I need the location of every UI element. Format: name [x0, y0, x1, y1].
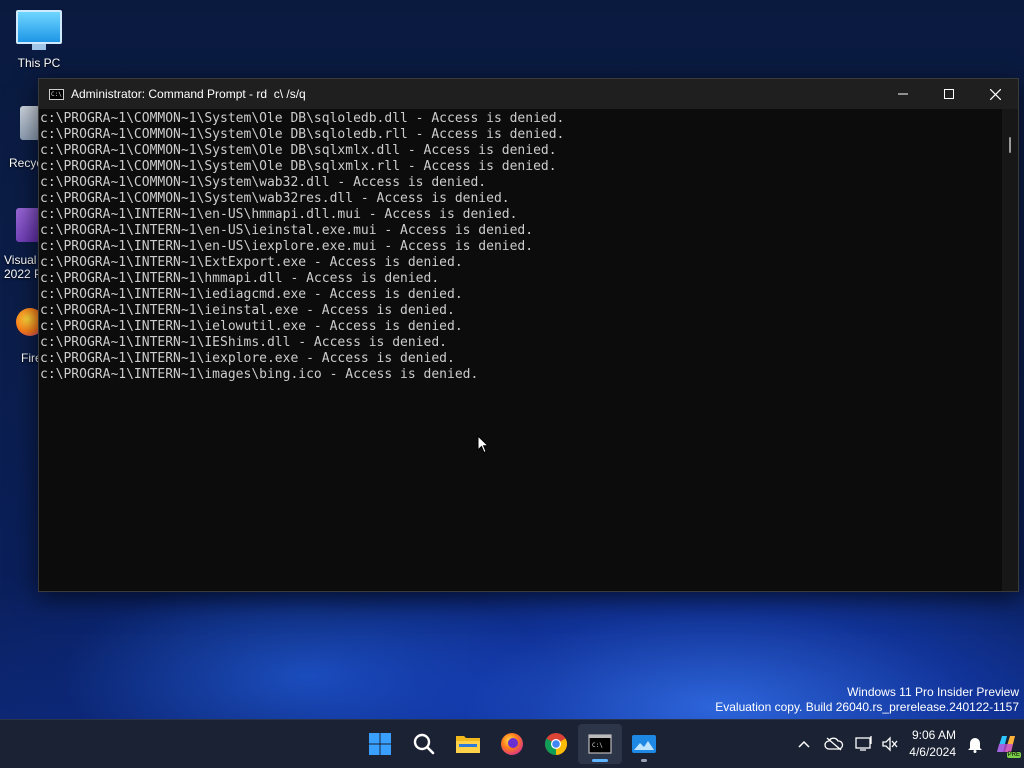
file-explorer-icon — [456, 736, 480, 753]
preview-badge: PRE — [1006, 752, 1021, 758]
desktop-icon-label: Visual 2022 P — [4, 253, 38, 281]
notifications-button[interactable] — [962, 724, 988, 764]
clock-date: 4/6/2024 — [909, 745, 956, 759]
command-prompt-app-icon[interactable]: C:\ — [49, 88, 64, 100]
command-prompt-taskbar-button[interactable]: C:\ — [578, 724, 622, 764]
vertical-scrollbar[interactable] — [1002, 109, 1018, 591]
console-line: c:\PROGRA~1\INTERN~1\images\bing.ico - A… — [40, 367, 479, 382]
firefox-icon — [501, 733, 523, 755]
console-line: c:\PROGRA~1\INTERN~1\ieinstal.exe - Acce… — [40, 303, 455, 318]
console-line: c:\PROGRA~1\COMMON~1\System\wab32.dll - … — [40, 175, 487, 190]
console-line: c:\PROGRA~1\INTERN~1\hmmapi.dll - Access… — [40, 271, 440, 286]
maximize-icon — [944, 89, 954, 99]
chevron-up-icon — [798, 740, 810, 748]
search-icon — [413, 733, 435, 755]
console-line: c:\PROGRA~1\COMMON~1\System\Ole DB\sqlol… — [40, 111, 565, 126]
chrome-icon — [545, 733, 567, 755]
desktop-icon-label: Recyc — [9, 156, 38, 170]
watermark-edition: Windows 11 Pro Insider Preview — [847, 685, 1019, 699]
desktop-icon-firefox[interactable]: Fire — [0, 308, 38, 368]
mouse-cursor-icon — [477, 435, 489, 454]
bell-icon — [968, 738, 982, 753]
clock-time: 9:06 AM — [911, 728, 956, 742]
cloud-off-icon — [824, 737, 844, 751]
chrome-button[interactable] — [534, 724, 578, 764]
copilot-button[interactable]: PRE — [988, 724, 1024, 764]
svg-text:C:\: C:\ — [592, 742, 603, 749]
watermark-build: Evaluation copy. Build 26040.rs_prerelea… — [715, 700, 1019, 714]
start-button[interactable] — [358, 724, 402, 764]
firefox-icon — [16, 308, 38, 336]
network-icon — [855, 736, 872, 751]
console-line: c:\PROGRA~1\COMMON~1\System\Ole DB\sqlxm… — [40, 143, 557, 158]
visual-studio-icon — [16, 208, 38, 242]
console-line: c:\PROGRA~1\INTERN~1\en-US\iexplore.exe.… — [40, 239, 534, 254]
system-tray: 9:06 AM 4/6/2024 PRE — [791, 720, 1024, 768]
console-line: c:\PROGRA~1\COMMON~1\System\Ole DB\sqlxm… — [40, 159, 557, 174]
active-indicator — [592, 759, 608, 762]
console-line: c:\PROGRA~1\INTERN~1\iexplore.exe - Acce… — [40, 351, 455, 366]
close-button[interactable] — [972, 79, 1018, 109]
command-prompt-icon: C:\ — [588, 734, 612, 754]
close-icon — [989, 88, 1001, 100]
minimize-icon — [898, 93, 908, 95]
volume-muted-icon — [882, 736, 898, 752]
evaluation-watermark: Windows 11 Pro Insider Preview Evaluatio… — [715, 685, 1019, 715]
console-line: c:\PROGRA~1\COMMON~1\System\Ole DB\sqlol… — [40, 127, 565, 142]
window-title: Administrator: Command Prompt - rd c\ /s… — [71, 87, 306, 101]
command-prompt-window[interactable]: C:\ Administrator: Command Prompt - rd c… — [38, 78, 1019, 592]
monitor-icon — [16, 10, 62, 50]
clock[interactable]: 9:06 AM 4/6/2024 — [909, 727, 956, 761]
console-line: c:\PROGRA~1\INTERN~1\en-US\ieinstal.exe.… — [40, 223, 534, 238]
console-line: c:\PROGRA~1\INTERN~1\ielowutil.exe - Acc… — [40, 319, 463, 334]
start-icon — [369, 733, 391, 755]
taskbar: C:\ 9:06 AM 4/6/2024 PRE — [0, 719, 1024, 768]
console-line: c:\PROGRA~1\INTERN~1\IEShims.dll - Acces… — [40, 335, 447, 350]
scrollbar-thumb[interactable] — [1009, 137, 1011, 153]
desktop-icon-visual-studio[interactable]: Visual 2022 P — [0, 208, 38, 286]
file-explorer-button[interactable] — [446, 724, 490, 764]
minimize-button[interactable] — [880, 79, 926, 109]
search-button[interactable] — [402, 724, 446, 764]
desktop-icon-label: Fire — [21, 351, 38, 365]
recycle-bin-icon — [20, 106, 38, 140]
firefox-button[interactable] — [490, 724, 534, 764]
console-line: c:\PROGRA~1\INTERN~1\ExtExport.exe - Acc… — [40, 255, 463, 270]
photos-icon — [632, 735, 656, 753]
network-button[interactable] — [851, 724, 877, 764]
console-line: c:\PROGRA~1\INTERN~1\iediagcmd.exe - Acc… — [40, 287, 463, 302]
maximize-button[interactable] — [926, 79, 972, 109]
volume-button[interactable] — [877, 724, 903, 764]
console-output[interactable]: c:\PROGRA~1\COMMON~1\System\Ole DB\sqlol… — [39, 109, 999, 591]
console-line: c:\PROGRA~1\COMMON~1\System\wab32res.dll… — [40, 191, 510, 206]
onedrive-button[interactable] — [817, 724, 851, 764]
desktop-icon-label: This PC — [17, 56, 61, 70]
console-line: c:\PROGRA~1\INTERN~1\en-US\hmmapi.dll.mu… — [40, 207, 518, 222]
desktop-icon-this-pc[interactable]: This PC — [1, 10, 77, 70]
desktop-icon-recycle-bin[interactable]: Recyc — [0, 106, 38, 176]
photos-taskbar-button[interactable] — [622, 724, 666, 764]
running-indicator — [641, 759, 647, 762]
title-bar[interactable]: C:\ Administrator: Command Prompt - rd c… — [39, 79, 1018, 109]
show-hidden-icons-button[interactable] — [791, 724, 817, 764]
